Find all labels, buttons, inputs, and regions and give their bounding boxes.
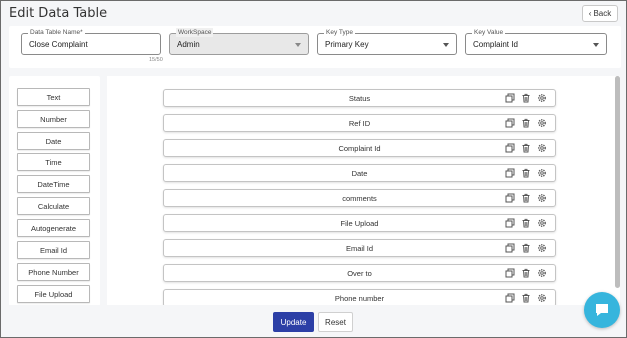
data-table-name-value: Close Complaint xyxy=(29,40,88,49)
field-name: File Upload xyxy=(340,219,379,228)
field-name: Date xyxy=(351,169,368,178)
chat-button[interactable] xyxy=(584,292,620,328)
gear-icon[interactable] xyxy=(537,193,547,203)
char-counter: 15/50 xyxy=(149,57,163,63)
copy-icon[interactable] xyxy=(505,118,515,128)
field-name: Phone number xyxy=(334,294,385,303)
key-value-select[interactable]: Key Value Complaint Id xyxy=(465,28,607,55)
data-table-name-label: Data Table Name* xyxy=(28,28,85,37)
gear-icon[interactable] xyxy=(537,243,547,253)
page-title: Edit Data Table xyxy=(9,6,108,21)
workspace-select: WorkSpace Admin xyxy=(169,28,309,55)
update-button[interactable]: Update xyxy=(273,312,314,332)
chevron-left-icon: ‹ xyxy=(588,9,592,18)
field-row[interactable]: Ref ID xyxy=(163,114,556,132)
field-row[interactable]: Status xyxy=(163,89,556,107)
trash-icon[interactable] xyxy=(521,193,531,203)
chevron-down-icon xyxy=(593,43,599,47)
field-name: Email Id xyxy=(345,244,374,253)
field-row[interactable]: Complaint Id xyxy=(163,139,556,157)
key-value-label: Key Value xyxy=(472,28,506,37)
trash-icon[interactable] xyxy=(521,243,531,253)
gear-icon[interactable] xyxy=(537,93,547,103)
trash-icon[interactable] xyxy=(521,268,531,278)
back-button[interactable]: ‹ Back xyxy=(582,5,618,22)
field-type-autogenerate[interactable]: Autogenerate xyxy=(17,219,90,237)
reset-button[interactable]: Reset xyxy=(318,312,353,332)
field-row[interactable]: comments xyxy=(163,189,556,207)
gear-icon[interactable] xyxy=(537,168,547,178)
field-name: Status xyxy=(348,94,371,103)
trash-icon[interactable] xyxy=(521,293,531,303)
trash-icon[interactable] xyxy=(521,168,531,178)
workspace-value: Admin xyxy=(177,40,200,49)
field-row[interactable]: Date xyxy=(163,164,556,182)
gear-icon[interactable] xyxy=(537,143,547,153)
field-type-file-upload[interactable]: File Upload xyxy=(17,285,90,303)
key-type-label: Key Type xyxy=(324,28,355,37)
copy-icon[interactable] xyxy=(505,218,515,228)
gear-icon[interactable] xyxy=(537,218,547,228)
trash-icon[interactable] xyxy=(521,118,531,128)
copy-icon[interactable] xyxy=(505,93,515,103)
field-name: Over to xyxy=(347,269,372,278)
field-type-datetime[interactable]: DateTime xyxy=(17,175,90,193)
field-type-number[interactable]: Number xyxy=(17,110,90,128)
fields-scrollbar[interactable] xyxy=(615,76,620,288)
field-name: Complaint Id xyxy=(338,144,381,153)
chat-bubble-icon xyxy=(596,304,608,316)
field-type-phone-number[interactable]: Phone Number xyxy=(17,263,90,281)
trash-icon[interactable] xyxy=(521,93,531,103)
field-row[interactable]: Over to xyxy=(163,264,556,282)
fields-canvas: Status Ref ID Complaint Id Date comments… xyxy=(107,76,620,306)
copy-icon[interactable] xyxy=(505,293,515,303)
field-type-email-id[interactable]: Email Id xyxy=(17,241,90,259)
copy-icon[interactable] xyxy=(505,168,515,178)
chevron-down-icon xyxy=(295,43,301,47)
field-row[interactable]: Phone number xyxy=(163,289,556,306)
trash-icon[interactable] xyxy=(521,143,531,153)
app-frame: Edit Data Table ‹ Back Data Table Name* … xyxy=(0,0,627,338)
field-name: Ref ID xyxy=(348,119,371,128)
field-row[interactable]: File Upload xyxy=(163,214,556,232)
key-type-select[interactable]: Key Type Primary Key xyxy=(317,28,457,55)
table-settings-panel: Data Table Name* Close Complaint 15/50 W… xyxy=(9,26,621,68)
field-name: comments xyxy=(342,194,377,203)
gear-icon[interactable] xyxy=(537,268,547,278)
chevron-down-icon xyxy=(443,43,449,47)
field-type-time[interactable]: Time xyxy=(17,153,90,171)
copy-icon[interactable] xyxy=(505,143,515,153)
action-bar xyxy=(1,305,626,337)
gear-icon[interactable] xyxy=(537,293,547,303)
data-table-name-field[interactable]: Data Table Name* Close Complaint xyxy=(21,28,161,55)
field-type-date[interactable]: Date xyxy=(17,132,90,150)
back-label: Back xyxy=(593,9,612,18)
key-type-value: Primary Key xyxy=(325,40,369,49)
gear-icon[interactable] xyxy=(537,118,547,128)
workspace-label: WorkSpace xyxy=(176,28,214,37)
field-type-palette: Text Number Date Time DateTime Calculate… xyxy=(9,76,100,306)
trash-icon[interactable] xyxy=(521,218,531,228)
copy-icon[interactable] xyxy=(505,268,515,278)
key-value-value: Complaint Id xyxy=(473,40,518,49)
copy-icon[interactable] xyxy=(505,243,515,253)
field-type-text[interactable]: Text xyxy=(17,88,90,106)
copy-icon[interactable] xyxy=(505,193,515,203)
field-type-calculate[interactable]: Calculate xyxy=(17,197,90,215)
field-row[interactable]: Email Id xyxy=(163,239,556,257)
